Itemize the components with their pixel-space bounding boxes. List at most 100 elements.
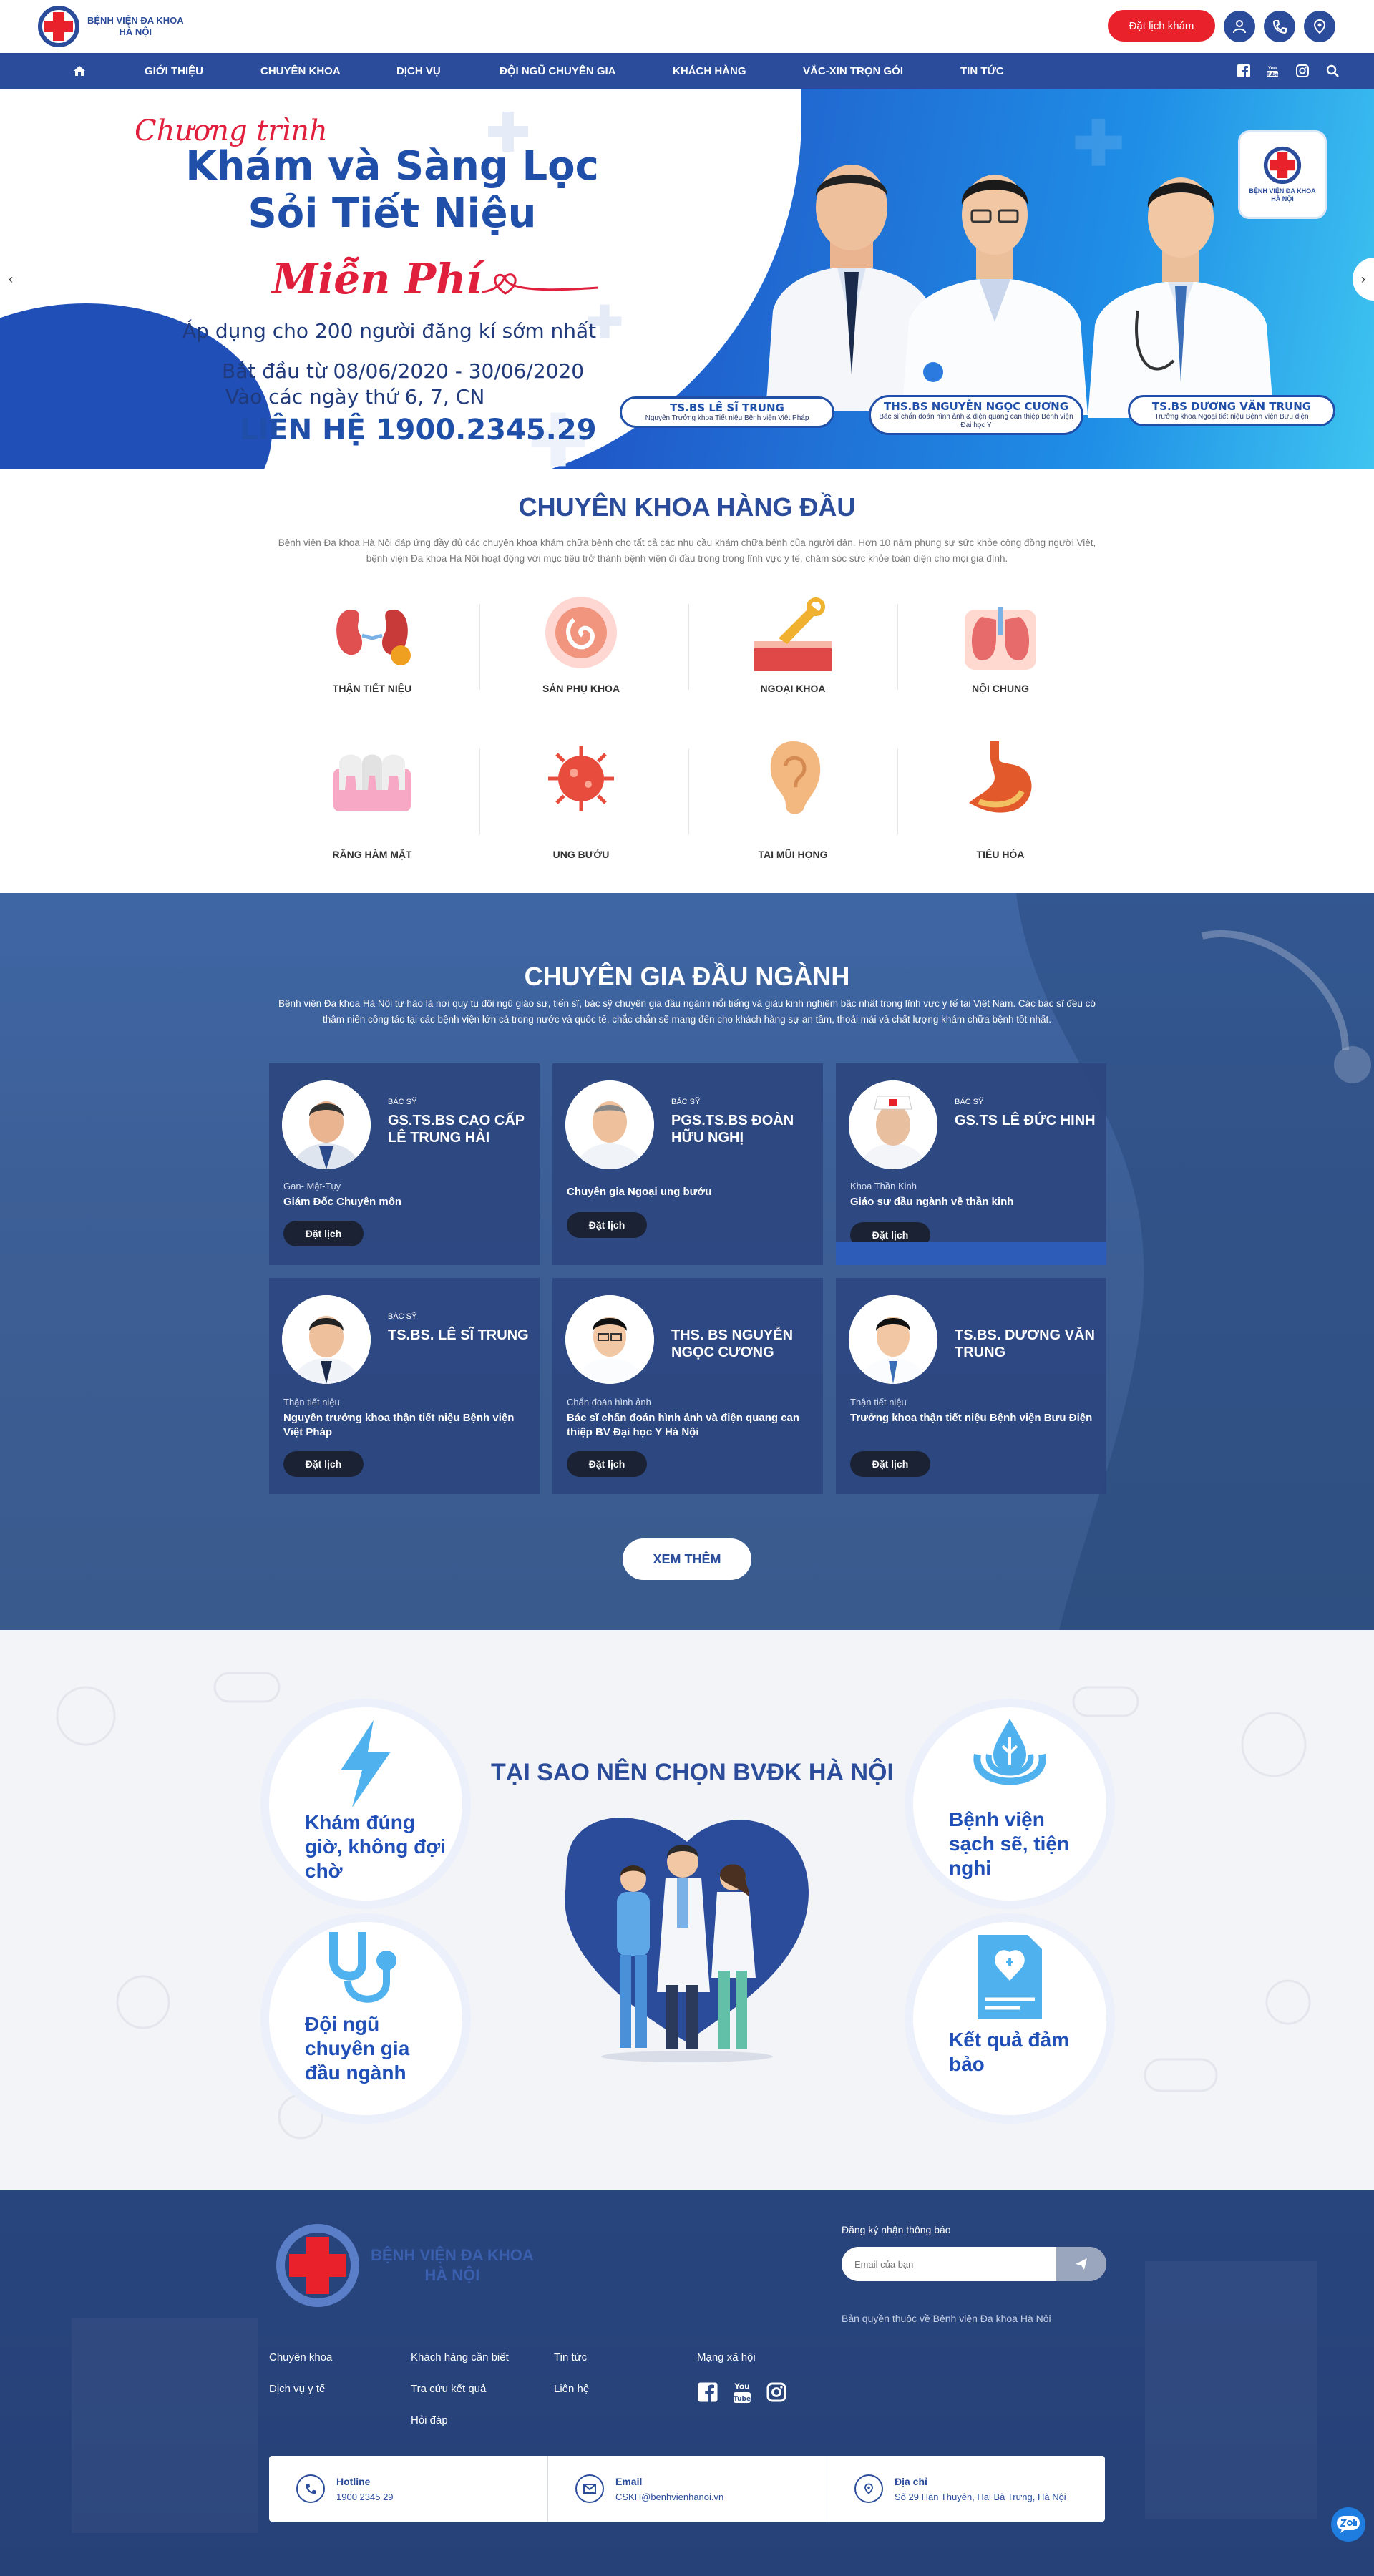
expert-department: Khoa Thần Kinh [850, 1181, 917, 1191]
expert-position: Trưởng khoa thận tiết niệu Bệnh viện Bưu… [850, 1412, 1093, 1424]
why-item-clean: Bệnh viện sạch sẽ, tiện nghi [949, 1808, 1070, 1879]
book-expert-button[interactable]: Đặt lịch [567, 1212, 647, 1238]
specialty-internal[interactable]: NỘI CHUNG [929, 584, 1072, 698]
expert-role: BÁC SỸ [388, 1098, 417, 1106]
divider [479, 604, 480, 690]
location-icon[interactable] [1304, 11, 1335, 42]
expert-position: Nguyên trưởng khoa thận tiết niệu Bệnh v… [283, 1412, 515, 1438]
book-appointment-button[interactable]: Đặt lịch khám [1108, 10, 1215, 42]
nav-item-about[interactable]: GIỚI THIỆU [145, 53, 203, 89]
why-item-on-time: Khám đúng giờ, không đợi chờ [305, 1811, 446, 1882]
contact-bar: Hotline 1900 2345 29 Email CSKH@benhvien… [269, 2456, 1105, 2522]
surgery-icon [754, 597, 832, 671]
book-expert-button[interactable]: Đặt lịch [850, 1451, 930, 1477]
ear-icon [770, 741, 821, 814]
hospital-logo[interactable]: BỆNH VIỆN ĐA KHOA HÀ NỘI [37, 4, 184, 49]
svg-text:Tube: Tube [1267, 72, 1278, 77]
expert-name: TS.BS. DƯƠNG VĂN TRUNG [955, 1327, 1095, 1360]
logo-cross-icon [37, 5, 80, 48]
specialty-ent[interactable]: TAI MŨI HỌNG [721, 728, 864, 864]
email-input[interactable] [842, 2247, 1056, 2281]
nav-item-specialties[interactable]: CHUYÊN KHOA [260, 53, 341, 89]
nav-item-news[interactable]: TIN TỨC [960, 53, 1004, 89]
book-expert-button[interactable]: Đặt lịch [567, 1451, 647, 1477]
see-more-button[interactable]: XEM THÊM [623, 1538, 751, 1580]
book-expert-button[interactable]: Đặt lịch [283, 1221, 364, 1246]
phone-icon [296, 2474, 325, 2503]
teeth-icon [333, 754, 411, 811]
contact-hotline-label: Hotline [336, 2476, 371, 2487]
copyright-text: Bản quyền thuộc về Bệnh viện Đa khoa Hà … [842, 2313, 1051, 2324]
instagram-icon[interactable] [766, 2381, 789, 2404]
footer-link-contact[interactable]: Liên hệ [554, 2383, 589, 2395]
footer-logo-line1: BỆNH VIỆN ĐA KHOA [371, 2246, 534, 2264]
youtube-icon[interactable]: You Tube [731, 2380, 754, 2404]
expert-position: Giáo sư đầu ngành về thần kinh [850, 1196, 1014, 1208]
email-icon [575, 2474, 604, 2503]
footer-link-customer-info[interactable]: Khách hàng cần biết [411, 2351, 509, 2363]
facebook-icon[interactable] [1235, 62, 1252, 79]
why-item-experts: Đội ngũ chuyên gia đầu ngành [305, 2013, 410, 2084]
doctor-tag-2-name: THS.BS NGUYỄN NGỌC CƯƠNG [883, 400, 1069, 413]
specialty-surgery[interactable]: NGOẠI KHOA [721, 584, 864, 698]
divider [897, 604, 898, 690]
book-expert-button[interactable]: Đặt lịch [283, 1451, 364, 1477]
send-button[interactable] [1056, 2247, 1106, 2281]
heart-line-icon [482, 273, 599, 295]
expert-card: THS. BS NGUYỄN NGỌC CƯƠNG Chẩn đoán hình… [552, 1278, 823, 1494]
doctor-photo-2 [902, 175, 1088, 415]
footer-link-medical-services[interactable]: Dịch vụ y tế [269, 2383, 325, 2395]
home-icon[interactable] [73, 53, 86, 89]
nav-item-services[interactable]: DỊCH VỤ [396, 53, 441, 89]
contact-hotline[interactable]: Hotline 1900 2345 29 [269, 2456, 547, 2522]
facebook-icon[interactable] [697, 2381, 720, 2404]
instagram-icon[interactable] [1294, 62, 1311, 79]
specialty-digestive-label: TIÊU HÓA [976, 849, 1025, 860]
specialty-surgery-label: NGOẠI KHOA [760, 683, 826, 694]
contact-address[interactable]: Địa chỉ Số 29 Hàn Thuyên, Hai Bà Trưng, … [827, 2456, 1106, 2522]
chat-icon[interactable] [1331, 2507, 1365, 2542]
contact-address-value: Số 29 Hàn Thuyên, Hai Bà Trưng, Hà Nội [895, 2492, 1066, 2502]
contact-email-value: CSKH@benhvienhanoi.vn [615, 2492, 724, 2502]
clean-water-icon [973, 1719, 1046, 1785]
banner-apply-text: Áp dụng cho 200 người đăng kí sớm nhất [182, 319, 597, 343]
expert-photo [565, 1295, 654, 1384]
expert-name: GS.TS LÊ ĐỨC HINH [955, 1113, 1096, 1128]
footer-logo[interactable]: BỆNH VIỆN ĐA KHOA HÀ NỘI [275, 2223, 534, 2308]
expert-name: GS.TS.BS CAO CẤP LÊ TRUNG HẢI [388, 1113, 525, 1146]
footer-logo-text: BỆNH VIỆN ĐA KHOA HÀ NỘI [371, 2245, 534, 2285]
badge-logo-line2: HÀ NỘI [1271, 195, 1294, 203]
search-icon[interactable] [1324, 62, 1341, 79]
why-item-result: Kết quả đảm bảo [949, 2029, 1070, 2075]
nav-item-customers[interactable]: KHÁCH HÀNG [673, 53, 746, 89]
contact-email[interactable]: Email CSKH@benhvienhanoi.vn [548, 2456, 827, 2522]
send-icon [1076, 2258, 1087, 2270]
specialty-urology[interactable]: THẬN TIẾT NIỆU [301, 584, 444, 698]
nav-item-experts[interactable]: ĐỘI NGŨ CHUYÊN GIA [500, 53, 616, 89]
badge-logo-text: BỆNH VIỆN ĐA KHOA HÀ NỘI [1249, 187, 1315, 203]
banner-logo-badge: BỆNH VIỆN ĐA KHOA HÀ NỘI [1238, 130, 1327, 219]
nav-item-vaccines[interactable]: VẮC-XIN TRỌN GÓI [803, 53, 903, 89]
footer-link-faq[interactable]: Hỏi đáp [411, 2414, 448, 2426]
specialty-obstetrics[interactable]: SẢN PHỤ KHOA [510, 584, 653, 698]
expert-card: BÁC SỸ GS.TS LÊ ĐỨC HINH Khoa Thần Kinh … [836, 1063, 1106, 1265]
specialty-digestive[interactable]: TIÊU HÓA [929, 728, 1072, 864]
footer-link-lookup-results[interactable]: Tra cứu kết quả [411, 2383, 486, 2395]
contact-address-label: Địa chỉ [895, 2476, 927, 2487]
doctor-icon[interactable] [1224, 11, 1255, 42]
phone-icon[interactable] [1264, 11, 1295, 42]
divider [897, 748, 898, 834]
logo-cross-icon [1263, 146, 1302, 185]
expert-role: BÁC SỸ [955, 1098, 984, 1106]
specialty-urology-label: THẬN TIẾT NIỆU [332, 683, 412, 694]
footer-link-news[interactable]: Tin tức [554, 2351, 587, 2363]
specialty-oncology[interactable]: UNG BƯỚU [510, 728, 653, 864]
doctor-tag-1: TS.BS LÊ SĨ TRUNG Nguyên Trưởng khoa Tiế… [620, 396, 834, 428]
specialty-dental[interactable]: RĂNG HÀM MẶT [301, 728, 444, 864]
youtube-icon[interactable]: You Tube [1264, 62, 1281, 79]
specialty-oncology-label: UNG BƯỚU [552, 849, 610, 860]
expert-card: BÁC SỸ PGS.TS.BS ĐOÀN HỮU NGHỊ Chuyên gi… [552, 1063, 823, 1265]
expert-position: Bác sĩ chẩn đoán hình ảnh và điện quang … [567, 1412, 800, 1438]
footer-link-specialties[interactable]: Chuyên khoa [269, 2351, 332, 2363]
divider [688, 604, 689, 690]
